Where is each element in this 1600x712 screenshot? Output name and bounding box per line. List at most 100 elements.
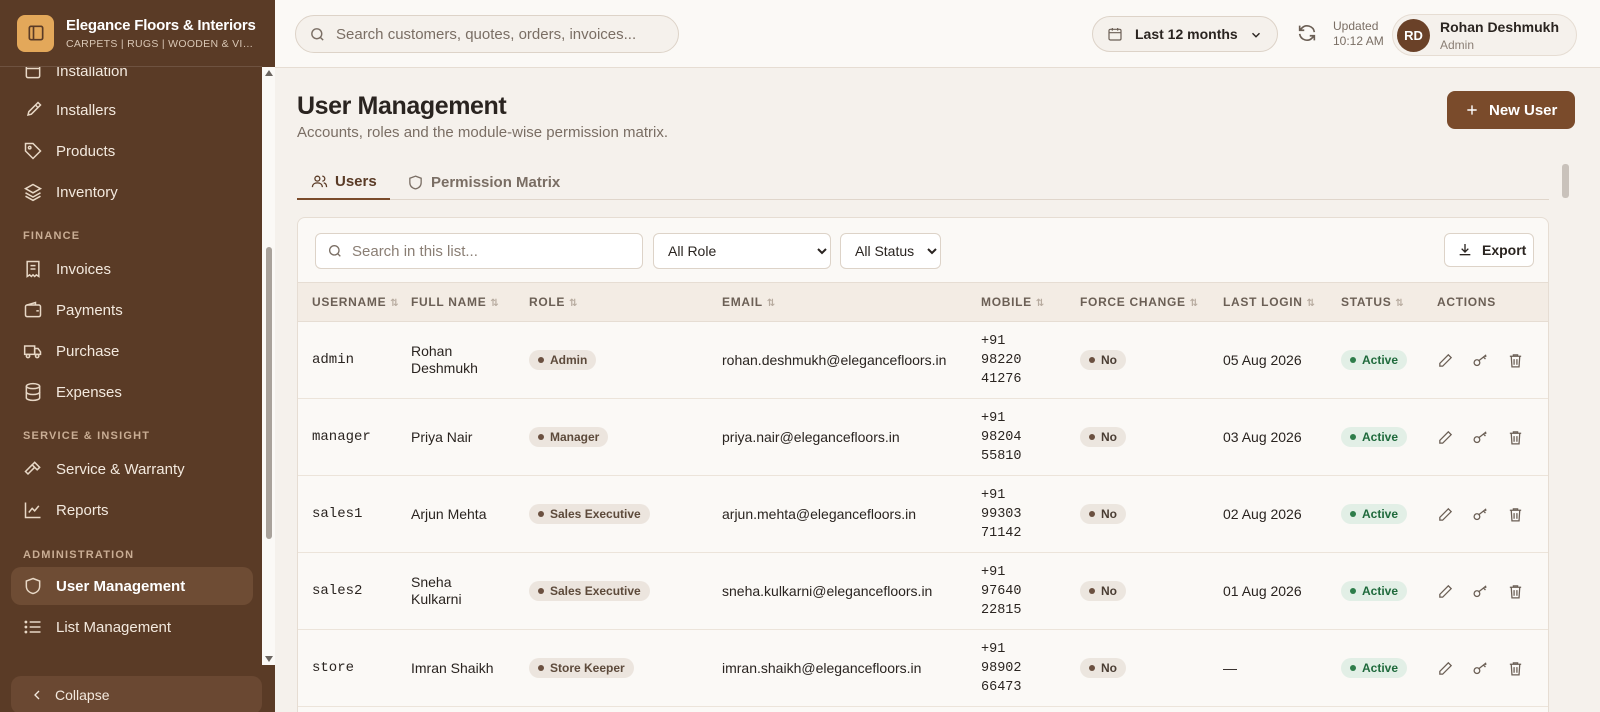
cell-username: store <box>312 660 355 676</box>
cell-force-change: No <box>1080 399 1223 476</box>
tab-users[interactable]: Users <box>297 164 390 200</box>
wallet-icon <box>23 300 43 320</box>
status-badge: Active <box>1341 427 1408 447</box>
role-badge: Sales Executive <box>529 581 650 601</box>
sidebar-item-payments[interactable]: Payments <box>11 291 253 329</box>
updated-label: Updated <box>1333 19 1379 33</box>
tab-label: Users <box>335 172 377 190</box>
list-search[interactable] <box>315 233 643 269</box>
cell-mobile: +91 99303 71142 <box>981 487 1022 541</box>
export-button[interactable]: Export <box>1444 233 1534 267</box>
list-icon <box>23 617 43 637</box>
sort-icon: ⇅ <box>1306 298 1316 309</box>
sidebar-scrollbar[interactable] <box>262 67 275 665</box>
sidebar-item-expenses[interactable]: Expenses <box>11 373 253 411</box>
sidebar-item-installers[interactable]: Installers <box>11 91 253 129</box>
scroll-up-icon[interactable] <box>265 70 273 76</box>
key-icon[interactable] <box>1472 352 1489 369</box>
key-icon[interactable] <box>1472 660 1489 677</box>
sidebar-item-label: User Management <box>56 577 186 595</box>
cell-status: Active <box>1341 322 1437 399</box>
trash-icon[interactable] <box>1507 506 1524 523</box>
user-menu[interactable]: RD Rohan Deshmukh Admin <box>1392 14 1577 56</box>
col-email[interactable]: EMAIL ⇅ <box>722 282 981 322</box>
trash-icon[interactable] <box>1507 429 1524 446</box>
tab-permission-matrix[interactable]: Permission Matrix <box>393 164 574 200</box>
role-filter[interactable]: All Role <box>653 233 831 269</box>
global-search[interactable] <box>295 15 679 53</box>
status-filter[interactable]: All Status <box>840 233 941 269</box>
hammer-icon <box>23 459 43 479</box>
sidebar-item-service-warranty[interactable]: Service & Warranty <box>11 450 253 488</box>
col-role[interactable]: ROLE ⇅ <box>529 282 722 322</box>
sort-icon: ⇅ <box>390 298 400 309</box>
layers-icon <box>23 182 43 202</box>
sidebar-item-label: Inventory <box>56 183 118 201</box>
cell-mobile: +91 98220 41276 <box>981 333 1022 387</box>
col-full-name[interactable]: FULL NAME ⇅ <box>411 282 529 322</box>
global-search-input[interactable] <box>336 25 666 43</box>
key-icon[interactable] <box>1472 583 1489 600</box>
database-icon <box>23 382 43 402</box>
col-status[interactable]: STATUS ⇅ <box>1341 282 1437 322</box>
col-mobile[interactable]: MOBILE ⇅ <box>981 282 1080 322</box>
chevron-left-icon <box>29 687 45 703</box>
page-title: User Management <box>297 92 507 120</box>
collapse-label: Collapse <box>55 687 110 703</box>
cell-mobile: +91 97640 22815 <box>981 564 1022 618</box>
status-badge: Active <box>1341 504 1408 524</box>
col-username[interactable]: USERNAME ⇅ <box>298 282 411 322</box>
col-force-change[interactable]: FORCE CHANGE ⇅ <box>1080 282 1223 322</box>
trash-icon[interactable] <box>1507 583 1524 600</box>
search-icon <box>309 26 326 43</box>
sidebar-item-inventory[interactable]: Inventory <box>11 173 253 211</box>
sidebar-item-reports[interactable]: Reports <box>11 491 253 529</box>
main-scrollbar-thumb[interactable] <box>1562 164 1569 198</box>
cell-email: arjun.mehta@elegancefloors.in <box>722 506 916 522</box>
cell-email: priya.nair@elegancefloors.in <box>722 429 900 445</box>
edit-icon[interactable] <box>1437 429 1454 446</box>
sidebar-item-purchase[interactable]: Purchase <box>11 332 253 370</box>
trash-icon[interactable] <box>1507 660 1524 677</box>
cell-last-login: 02 Aug 2026 <box>1223 506 1302 522</box>
cell-last-login: 05 Aug 2026 <box>1223 352 1302 368</box>
edit-icon[interactable] <box>1437 352 1454 369</box>
sidebar-item-label: Invoices <box>56 260 112 278</box>
plus-icon <box>1465 103 1479 117</box>
trash-icon[interactable] <box>1507 352 1524 369</box>
updated-time: 10:12 AM <box>1333 34 1384 48</box>
scroll-down-icon[interactable] <box>265 656 273 662</box>
table-row: admin Rohan Deshmukh Admin rohan.deshmuk… <box>298 322 1548 399</box>
col-last-login[interactable]: LAST LOGIN ⇅ <box>1223 282 1341 322</box>
new-user-button[interactable]: New User <box>1447 91 1575 129</box>
topbar: Last 12 months Updated 10:12 AM RD Rohan… <box>275 0 1600 68</box>
table-row: sales2 Sneha Kulkarni Sales Executive sn… <box>298 553 1548 630</box>
key-icon[interactable] <box>1472 429 1489 446</box>
edit-icon[interactable] <box>1437 660 1454 677</box>
cell-username: manager <box>312 429 371 445</box>
cell-role: Admin <box>529 322 722 399</box>
edit-icon[interactable] <box>1437 583 1454 600</box>
list-search-input[interactable] <box>352 242 622 260</box>
section-administration: ADMINISTRATION <box>23 549 135 561</box>
sidebar-item-label: Purchase <box>56 342 120 360</box>
cell-username: sales2 <box>312 583 363 599</box>
cell-role: Sales Executive <box>529 476 722 553</box>
sidebar-item-user-management[interactable]: User Management <box>11 567 253 605</box>
scrollbar-thumb[interactable] <box>266 247 272 539</box>
sidebar-item-list-management[interactable]: List Management <box>11 608 253 646</box>
sidebar-item-invoices[interactable]: Invoices <box>11 250 253 288</box>
sort-icon: ⇅ <box>1395 298 1405 309</box>
refresh-icon[interactable] <box>1296 22 1318 44</box>
sidebar-item-products[interactable]: Products <box>11 132 253 170</box>
cell-status: Active <box>1341 476 1437 553</box>
cell-force-change: No <box>1080 553 1223 630</box>
role-badge: Admin <box>529 350 597 370</box>
cell-force-change: No <box>1080 630 1223 707</box>
period-selector[interactable]: Last 12 months <box>1092 16 1278 52</box>
collapse-button[interactable]: Collapse <box>11 676 262 712</box>
updated-info: Updated 10:12 AM <box>1333 19 1384 49</box>
key-icon[interactable] <box>1472 506 1489 523</box>
cell-actions <box>1437 630 1548 707</box>
edit-icon[interactable] <box>1437 506 1454 523</box>
